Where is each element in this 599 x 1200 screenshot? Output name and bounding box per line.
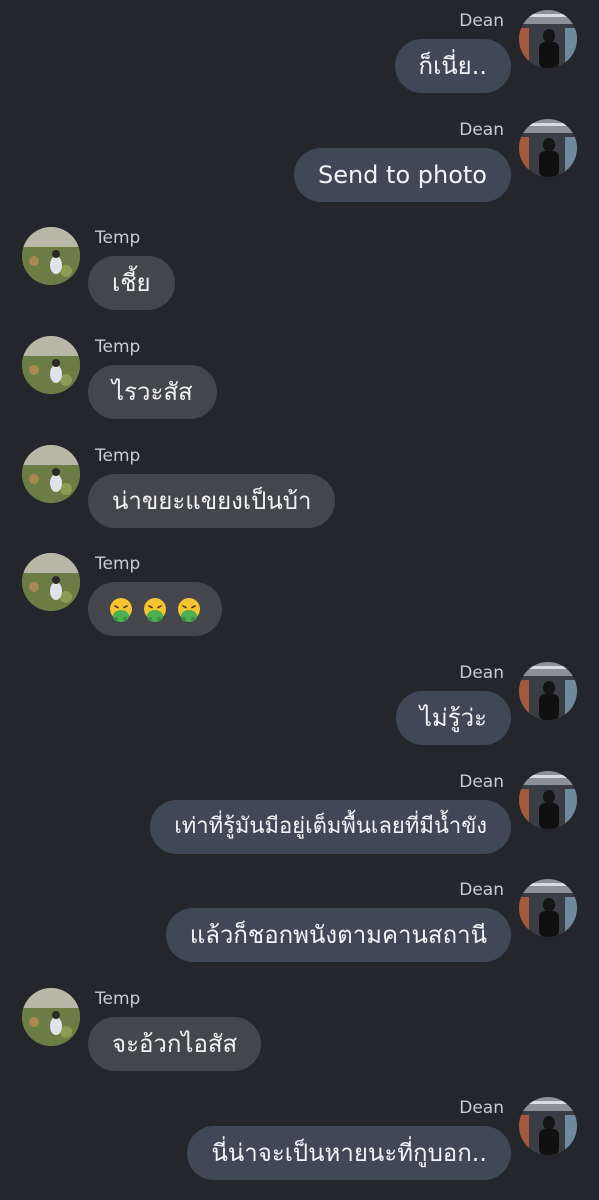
message-row: Dean นี่น่าจะเป็นหายนะที่กูบอก.. xyxy=(0,1087,599,1187)
message-bubble[interactable]: นี่น่าจะเป็นหายนะที่กูบอก.. xyxy=(187,1126,511,1180)
message-row: Dean เท่าที่รู้มันมีอยู่เต็มพื้นเลยที่มี… xyxy=(0,761,599,861)
message-row: Dean Send to photo xyxy=(0,109,599,209)
face-vomiting-icon xyxy=(144,598,166,622)
message-bubble[interactable]: Send to photo xyxy=(293,148,511,202)
message-bubble[interactable]: ก็เนี่ย.. xyxy=(394,39,511,93)
temp-avatar[interactable] xyxy=(22,553,80,611)
sender-name: Temp xyxy=(95,554,141,574)
message-row: Temp ไรวะสัส xyxy=(0,326,599,426)
dean-avatar[interactable] xyxy=(519,662,577,720)
message-bubble[interactable]: น่าขยะแขยงเป็นบ้า xyxy=(88,474,336,528)
message-bubble[interactable]: ไม่รู้ว่ะ xyxy=(395,691,511,745)
sender-name: Temp xyxy=(95,989,141,1009)
sender-name: Temp xyxy=(95,228,141,248)
dean-avatar[interactable] xyxy=(519,879,577,937)
message-bubble[interactable]: แล้วก็ชอกพนังตามคานสถานี xyxy=(165,908,511,962)
message-bubble[interactable]: ไรวะสัส xyxy=(88,365,217,419)
chat-thread[interactable]: Dean ก็เนี่ย.. Dean Send to photo Temp เ… xyxy=(0,0,599,1200)
sender-name: Dean xyxy=(459,880,504,900)
sender-name: Temp xyxy=(95,446,141,466)
sender-name: Dean xyxy=(459,772,504,792)
temp-avatar[interactable] xyxy=(22,227,80,285)
face-vomiting-icon xyxy=(110,598,132,622)
message-row: Temp 🤮🤮🤮 xyxy=(0,543,599,643)
dean-avatar[interactable] xyxy=(519,10,577,68)
message-row: Temp จะอ้วกไอสัส xyxy=(0,978,599,1078)
temp-avatar[interactable] xyxy=(22,336,80,394)
message-row: Dean ไม่รู้ว่ะ xyxy=(0,652,599,752)
sender-name: Dean xyxy=(459,1098,504,1118)
message-bubble[interactable]: จะอ้วกไอสัส xyxy=(88,1017,262,1071)
message-row: Temp น่าขยะแขยงเป็นบ้า xyxy=(0,435,599,535)
dean-avatar[interactable] xyxy=(519,1097,577,1155)
face-vomiting-icon xyxy=(178,598,200,622)
temp-avatar[interactable] xyxy=(22,988,80,1046)
emoji-group xyxy=(108,597,202,623)
dean-avatar[interactable] xyxy=(519,771,577,829)
message-row: Dean ก็เนี่ย.. xyxy=(0,0,599,100)
sender-name: Temp xyxy=(95,337,141,357)
message-bubble[interactable]: เชี้ย xyxy=(88,256,175,310)
sender-name: Dean xyxy=(459,663,504,683)
message-row: Dean แล้วก็ชอกพนังตามคานสถานี xyxy=(0,869,599,969)
temp-avatar[interactable] xyxy=(22,445,80,503)
message-bubble[interactable]: 🤮🤮🤮 xyxy=(88,582,222,636)
dean-avatar[interactable] xyxy=(519,119,577,177)
sender-name: Dean xyxy=(459,120,504,140)
message-bubble[interactable]: เท่าที่รู้มันมีอยู่เต็มพื้นเลยที่มีน้ำขั… xyxy=(150,800,511,854)
message-row: Temp เชี้ย xyxy=(0,217,599,317)
sender-name: Dean xyxy=(459,11,504,31)
